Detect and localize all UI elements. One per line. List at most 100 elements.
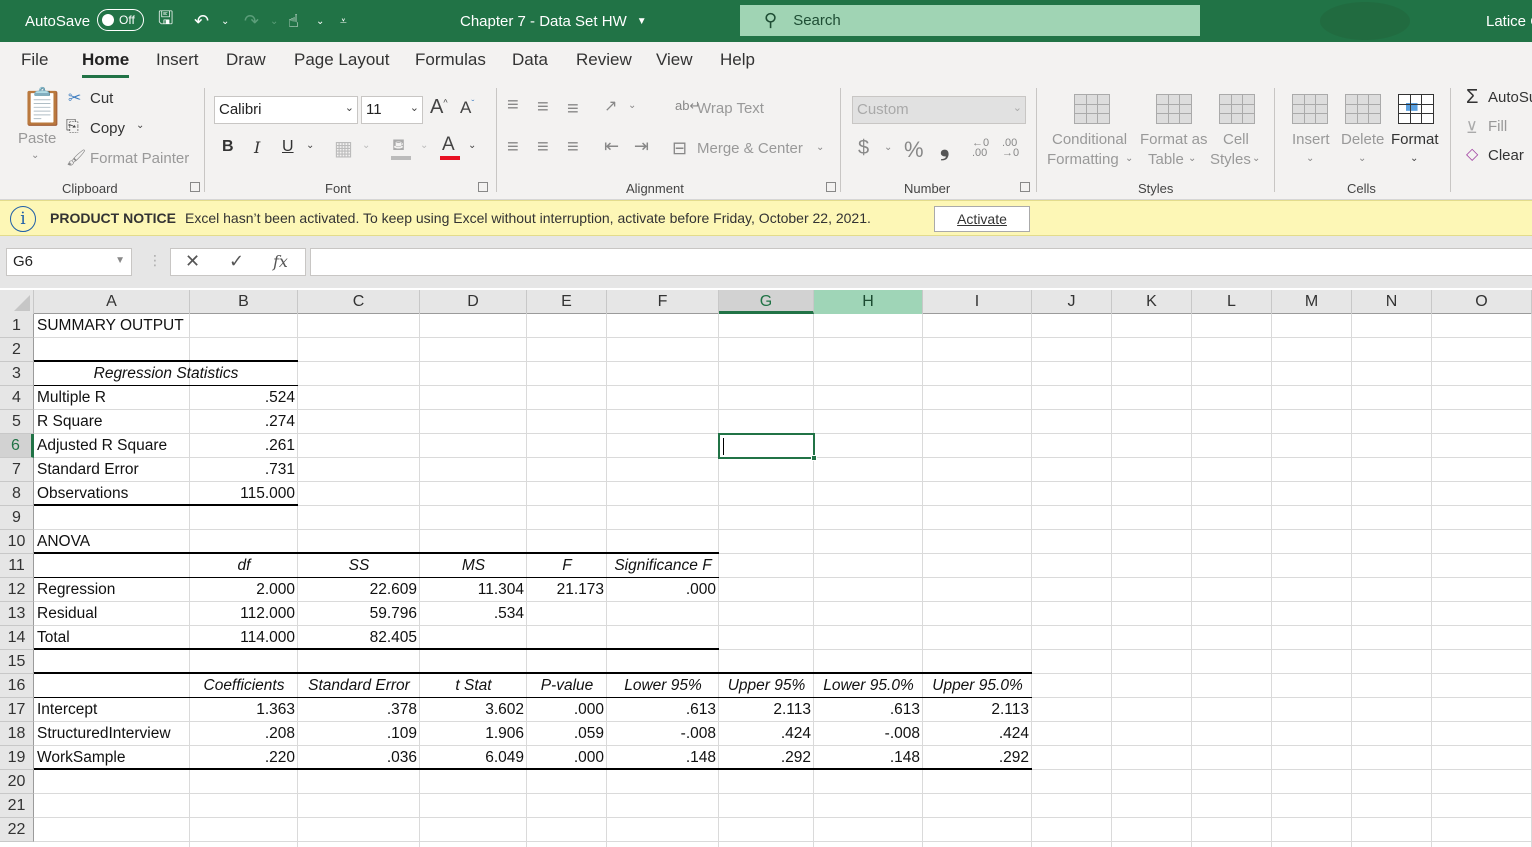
stat-value[interactable]: .731 bbox=[190, 458, 298, 482]
coefficient-row-label[interactable]: StructuredInterview bbox=[34, 722, 190, 746]
insert-button[interactable]: Insert bbox=[1292, 131, 1330, 148]
search-input[interactable]: ⚲ Search bbox=[740, 5, 1200, 36]
anova-value[interactable]: 2.000 bbox=[190, 578, 298, 602]
coefficient-value[interactable]: .220 bbox=[190, 746, 298, 770]
row-header-9[interactable]: 9 bbox=[0, 506, 34, 530]
row-header-20[interactable]: 20 bbox=[0, 770, 34, 794]
decrease-indent-icon[interactable]: ⇤ bbox=[604, 136, 619, 157]
row-header-16[interactable]: 16 bbox=[0, 674, 34, 698]
underline-dropdown-icon[interactable]: ⌄ bbox=[306, 140, 314, 151]
coefficient-value[interactable]: -.008 bbox=[814, 722, 923, 746]
anova-header[interactable]: df bbox=[190, 554, 298, 578]
tab-help[interactable]: Help bbox=[720, 50, 755, 70]
save-icon[interactable]: 🖫 bbox=[158, 0, 173, 42]
row-header-1[interactable]: 1 bbox=[0, 314, 34, 338]
coefficient-value[interactable]: 1.906 bbox=[420, 722, 527, 746]
format-button[interactable]: Format bbox=[1391, 131, 1439, 148]
font-launcher-icon[interactable] bbox=[478, 182, 488, 192]
row-header-5[interactable]: 5 bbox=[0, 410, 34, 434]
column-header-h[interactable]: H bbox=[814, 290, 923, 314]
font-color-dropdown-icon[interactable]: ⌄ bbox=[468, 140, 476, 151]
anova-value[interactable]: .534 bbox=[420, 602, 527, 626]
coefficients-header[interactable]: Coefficients bbox=[190, 674, 298, 698]
coefficient-value[interactable]: .613 bbox=[814, 698, 923, 722]
cell-styles-button[interactable]: Cell bbox=[1223, 131, 1249, 148]
font-name-select[interactable]: Calibri ⌄ bbox=[214, 96, 358, 124]
coefficient-value[interactable]: .000 bbox=[527, 698, 607, 722]
borders-dropdown-icon[interactable]: ⌄ bbox=[362, 140, 370, 151]
copy-button[interactable]: Copy bbox=[90, 120, 125, 137]
stat-label[interactable]: Observations bbox=[34, 482, 190, 506]
anova-value[interactable] bbox=[527, 602, 607, 626]
borders-icon[interactable]: ▦ bbox=[334, 136, 353, 161]
coefficient-value[interactable]: -.008 bbox=[607, 722, 719, 746]
align-center-icon[interactable]: ≡ bbox=[537, 136, 549, 159]
merge-dropdown-icon[interactable]: ⌄ bbox=[816, 142, 824, 153]
enter-icon[interactable]: ✓ bbox=[229, 251, 244, 272]
format-painter-button[interactable]: Format Painter bbox=[90, 150, 189, 167]
column-header-g[interactable]: G bbox=[719, 290, 814, 314]
increase-decimal-icon[interactable]: ←0.00 bbox=[972, 138, 989, 159]
coefficient-value[interactable]: 6.049 bbox=[420, 746, 527, 770]
anova-value[interactable] bbox=[527, 626, 607, 650]
touch-dropdown-icon[interactable]: ⌄ bbox=[316, 0, 324, 42]
user-name[interactable]: Latice C bbox=[1486, 0, 1532, 42]
clipboard-launcher-icon[interactable] bbox=[190, 182, 200, 192]
align-left-icon[interactable]: ≡ bbox=[507, 136, 519, 159]
touch-mode-icon[interactable]: ☝ bbox=[288, 0, 299, 42]
clear-button[interactable]: Clear bbox=[1488, 147, 1524, 164]
fill-color-icon[interactable]: ⛾ bbox=[392, 136, 405, 156]
row-header-6[interactable]: 6 bbox=[0, 434, 34, 458]
row-header-15[interactable]: 15 bbox=[0, 650, 34, 674]
decrease-decimal-icon[interactable]: .00 →0 bbox=[1002, 138, 1019, 159]
anova-row-label[interactable]: Residual bbox=[34, 602, 190, 626]
stat-value[interactable]: .261 bbox=[190, 434, 298, 458]
anova-header[interactable]: Significance F bbox=[607, 554, 719, 578]
row-header-12[interactable]: 12 bbox=[0, 578, 34, 602]
stat-label[interactable]: Multiple R bbox=[34, 386, 190, 410]
column-header-n[interactable]: N bbox=[1352, 290, 1432, 314]
formula-bar-grip-icon[interactable]: ⋮ bbox=[148, 252, 162, 269]
coefficient-value[interactable]: .000 bbox=[527, 746, 607, 770]
name-box[interactable]: G6 ▼ bbox=[6, 248, 132, 276]
row-header-7[interactable]: 7 bbox=[0, 458, 34, 482]
coefficients-header[interactable]: Lower 95.0% bbox=[814, 674, 923, 698]
tab-page-layout[interactable]: Page Layout bbox=[294, 50, 389, 70]
anova-value[interactable] bbox=[607, 626, 719, 650]
orientation-dropdown-icon[interactable]: ⌄ bbox=[628, 100, 636, 111]
copy-dropdown-icon[interactable]: ⌄ bbox=[136, 120, 144, 131]
orientation-icon[interactable]: ↗ bbox=[604, 96, 617, 116]
coefficient-value[interactable]: .208 bbox=[190, 722, 298, 746]
row-header-17[interactable]: 17 bbox=[0, 698, 34, 722]
align-top-icon[interactable]: ≡ bbox=[507, 94, 519, 117]
number-format-select[interactable]: Custom ⌄ bbox=[852, 96, 1026, 124]
tab-review[interactable]: Review bbox=[576, 50, 632, 70]
conditional-formatting-button[interactable]: Conditional bbox=[1052, 131, 1127, 148]
column-header-m[interactable]: M bbox=[1272, 290, 1352, 314]
coefficients-header[interactable]: P-value bbox=[527, 674, 607, 698]
align-right-icon[interactable]: ≡ bbox=[567, 136, 579, 159]
coefficient-row-label[interactable]: Intercept bbox=[34, 698, 190, 722]
font-size-select[interactable]: 11 ⌄ bbox=[361, 96, 423, 124]
column-header-l[interactable]: L bbox=[1192, 290, 1272, 314]
selected-cell-g6[interactable] bbox=[718, 433, 817, 461]
format-as-table-button-line2[interactable]: Table bbox=[1148, 151, 1184, 168]
anova-row-label[interactable]: Regression bbox=[34, 578, 190, 602]
document-title[interactable]: Chapter 7 - Data Set HW ▼ bbox=[460, 0, 647, 42]
stat-label[interactable]: Adjusted R Square bbox=[34, 434, 190, 458]
anova-value[interactable]: 59.796 bbox=[298, 602, 420, 626]
anova-value[interactable] bbox=[607, 602, 719, 626]
fill-button[interactable]: Fill bbox=[1488, 118, 1507, 135]
tab-view[interactable]: View bbox=[656, 50, 693, 70]
row-header-21[interactable]: 21 bbox=[0, 794, 34, 818]
anova-value[interactable]: .000 bbox=[607, 578, 719, 602]
stat-label[interactable]: R Square bbox=[34, 410, 190, 434]
cancel-icon[interactable]: ✕ bbox=[185, 251, 200, 272]
paste-icon[interactable]: 📋 bbox=[20, 86, 65, 128]
coefficient-value[interactable]: .378 bbox=[298, 698, 420, 722]
stat-value[interactable]: 115.000 bbox=[190, 482, 298, 506]
stat-label[interactable]: Standard Error bbox=[34, 458, 190, 482]
coefficients-header[interactable]: Upper 95% bbox=[719, 674, 814, 698]
regression-statistics-header[interactable]: Regression Statistics bbox=[34, 362, 298, 386]
anova-value[interactable]: 82.405 bbox=[298, 626, 420, 650]
